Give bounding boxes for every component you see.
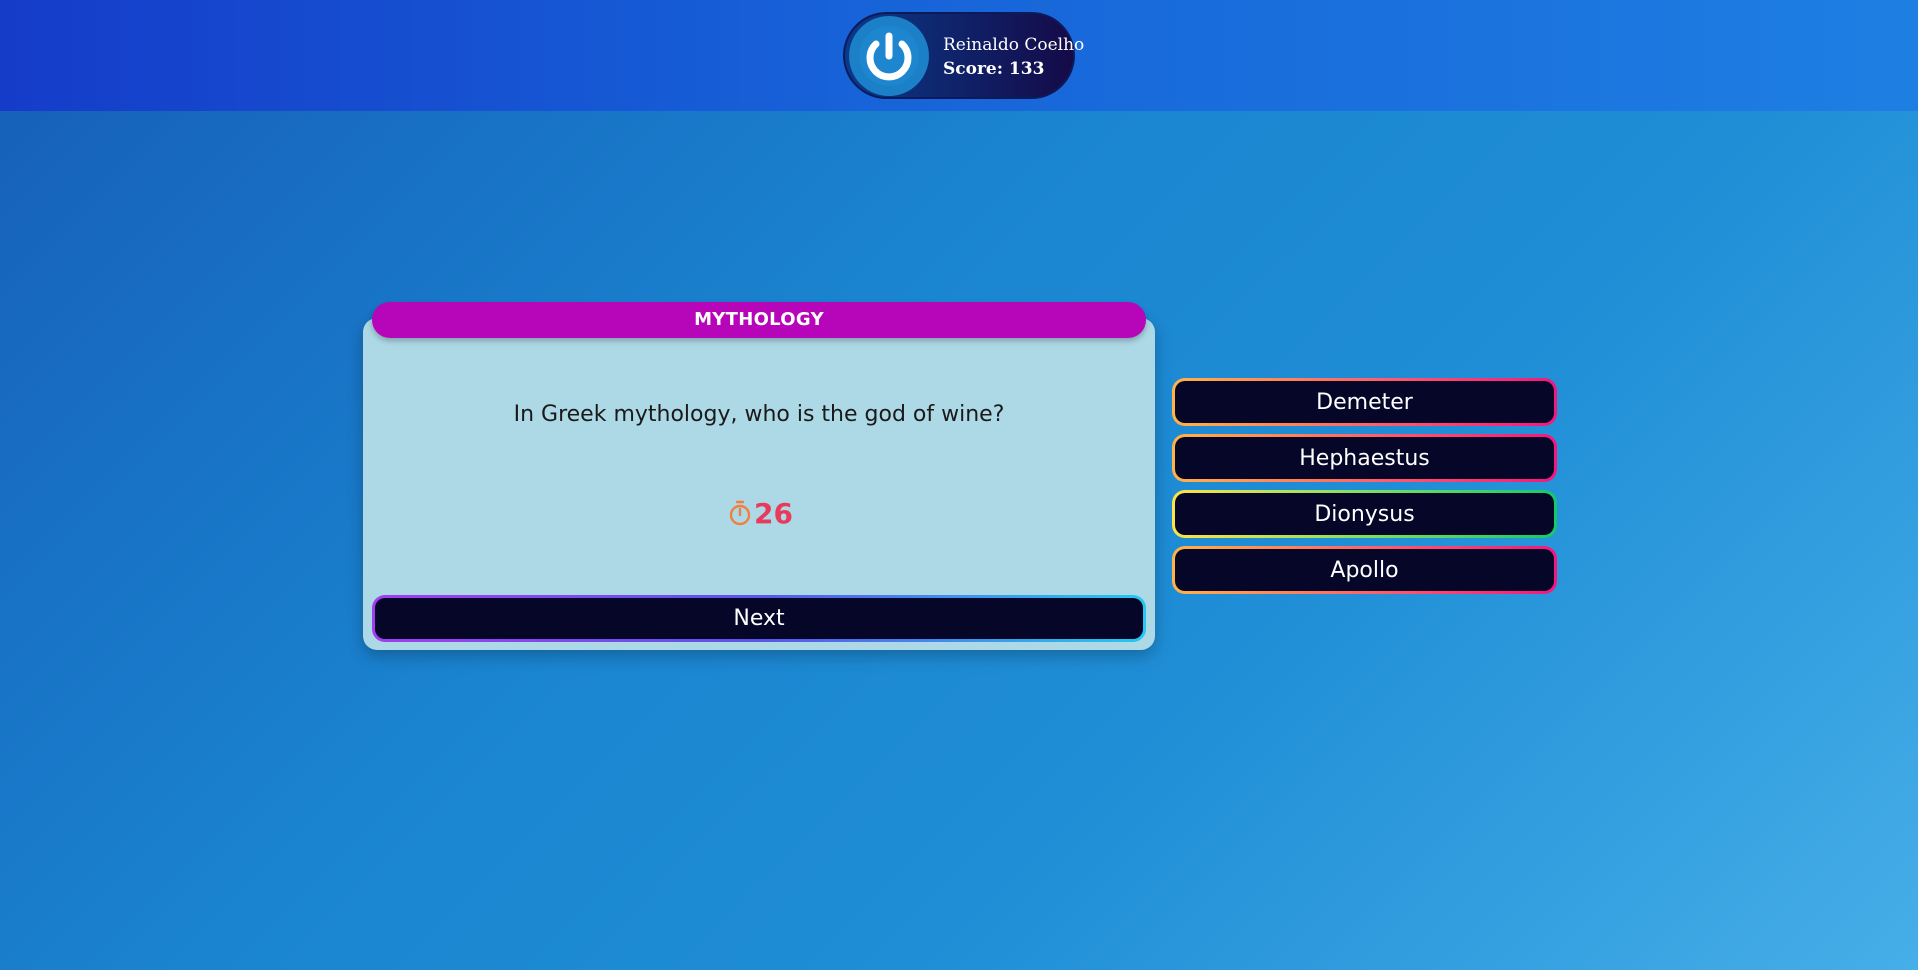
- answer-label: Dionysus: [1175, 493, 1554, 535]
- category-badge: MYTHOLOGY: [372, 302, 1146, 338]
- answer-label: Demeter: [1175, 381, 1554, 423]
- player-badge: Reinaldo Coelho Score: 133: [843, 12, 1084, 99]
- stopwatch-icon: [728, 500, 752, 526]
- answer-option-apollo[interactable]: Apollo: [1172, 546, 1557, 594]
- next-button-label: Next: [375, 598, 1143, 639]
- answer-label: Hephaestus: [1175, 437, 1554, 479]
- player-score: Score: 133: [943, 59, 1045, 79]
- answer-option-dionysus[interactable]: Dionysus: [1172, 490, 1557, 538]
- power-icon[interactable]: [849, 16, 929, 96]
- question-text: In Greek mythology, who is the god of wi…: [513, 402, 1005, 427]
- answer-option-hephaestus[interactable]: Hephaestus: [1172, 434, 1557, 482]
- countdown-timer: 26: [728, 495, 793, 531]
- answer-label: Apollo: [1175, 549, 1554, 591]
- player-name: Reinaldo Coelho: [943, 35, 1085, 55]
- next-button[interactable]: Next: [372, 595, 1146, 642]
- answer-option-demeter[interactable]: Demeter: [1172, 378, 1557, 426]
- timer-value: 26: [754, 496, 793, 530]
